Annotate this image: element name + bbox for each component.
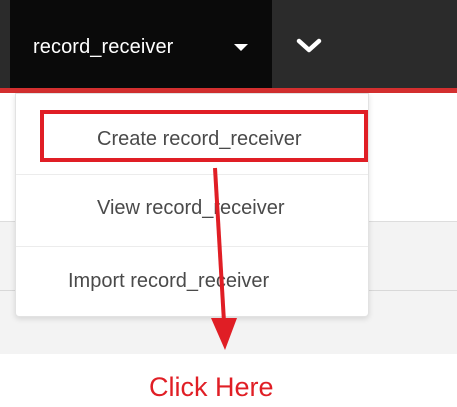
arrow-down-icon (211, 167, 237, 350)
click-here-annotation: Click Here (149, 372, 274, 402)
